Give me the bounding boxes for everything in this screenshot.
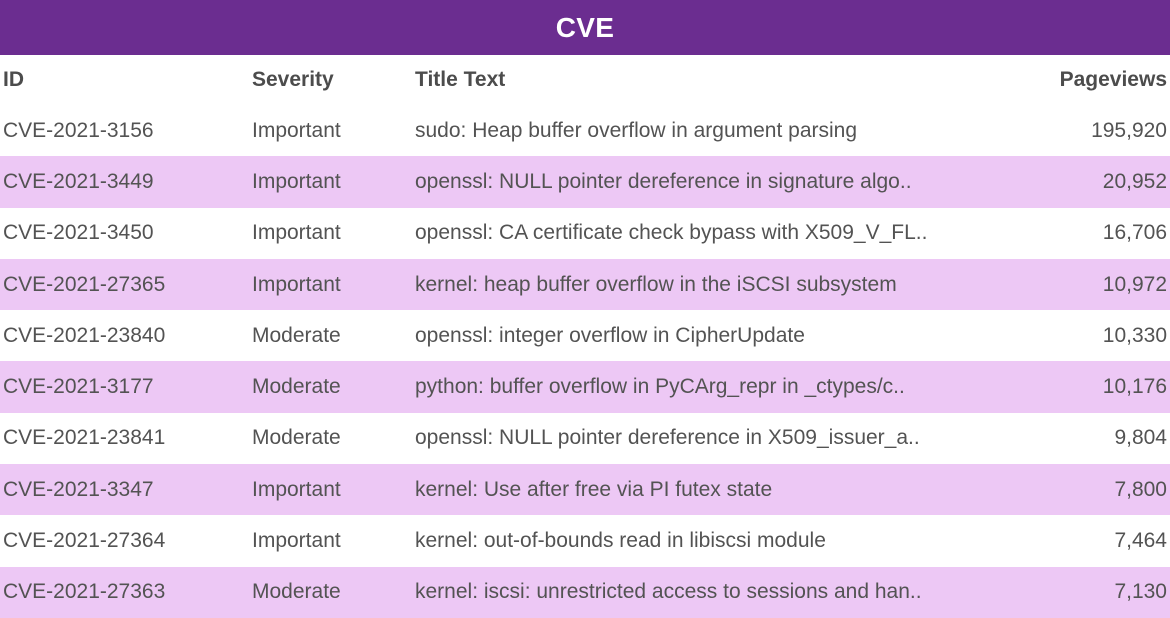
cell-severity: Important bbox=[252, 477, 341, 501]
cell-pageviews: 10,176 bbox=[1102, 375, 1167, 399]
cell-id: CVE-2021-23840 bbox=[3, 323, 166, 347]
column-header-severity[interactable]: Severity bbox=[252, 55, 415, 105]
cell-title-text: kernel: iscsi: unrestricted access to se… bbox=[415, 580, 922, 604]
cell-severity: Important bbox=[252, 529, 341, 553]
cve-table: ID Severity Title Text Pageviews CVE-202… bbox=[0, 55, 1170, 618]
cell-pageviews: 7,464 bbox=[1114, 529, 1167, 553]
table-row[interactable]: CVE-2021-27365 Important kernel: heap buff… bbox=[0, 258, 1170, 311]
cell-title-text: python: buffer overflow in PyCArg_repr i… bbox=[415, 375, 905, 399]
table-row[interactable]: CVE-2021-3450 Important openssl: CA certif… bbox=[0, 207, 1170, 259]
table-row[interactable]: CVE-2021-3347 Important kernel: Use after … bbox=[0, 464, 1170, 516]
cell-pageviews: 20,952 bbox=[1102, 169, 1167, 193]
cell-severity: Moderate bbox=[252, 580, 341, 604]
cell-title-text: openssl: NULL pointer dereference in sig… bbox=[415, 169, 912, 193]
table-row[interactable]: CVE-2021-27364 Important kernel: out-of-bo… bbox=[0, 515, 1170, 567]
cell-pageviews: 195,920 bbox=[1091, 118, 1167, 142]
cell-severity: Moderate bbox=[252, 375, 341, 399]
cell-title-text: openssl: CA certificate check bypass wit… bbox=[415, 221, 928, 245]
table-header-row: ID Severity Title Text Pageviews bbox=[0, 55, 1170, 105]
widget-title-bar: CVE bbox=[0, 0, 1170, 55]
table-row[interactable]: CVE-2021-3449 Important openssl: NULL poin… bbox=[0, 156, 1170, 208]
cell-id: CVE-2021-3450 bbox=[3, 221, 154, 245]
table-body: CVE-2021-3156 Important sudo: Heap buffer … bbox=[0, 105, 1170, 618]
cell-pageviews: 7,130 bbox=[1114, 580, 1167, 604]
cell-pageviews: 10,330 bbox=[1102, 323, 1167, 347]
table-header: ID Severity Title Text Pageviews bbox=[0, 55, 1170, 105]
cell-title-text: openssl: integer overflow in CipherUpdat… bbox=[415, 323, 805, 347]
cell-pageviews: 10,972 bbox=[1102, 272, 1167, 296]
cell-pageviews: 7,800 bbox=[1114, 477, 1167, 501]
cell-severity: Moderate bbox=[252, 426, 341, 450]
cell-id: CVE-2021-3156 bbox=[3, 118, 154, 142]
cell-id: CVE-2021-27364 bbox=[3, 529, 166, 553]
table-row[interactable]: CVE-2021-23841 Moderate openssl: NULL poin… bbox=[0, 412, 1170, 465]
table-row[interactable]: CVE-2021-3156 Important sudo: Heap buffer … bbox=[0, 105, 1170, 157]
cell-severity: Important bbox=[252, 118, 341, 142]
cell-severity: Important bbox=[252, 272, 341, 296]
cell-id: CVE-2021-3449 bbox=[3, 169, 154, 193]
cell-id: CVE-2021-23841 bbox=[3, 426, 166, 450]
column-header-title-text[interactable]: Title Text bbox=[415, 55, 1035, 105]
cell-id: CVE-2021-3347 bbox=[3, 477, 154, 501]
column-header-pageviews[interactable]: Pageviews bbox=[1035, 55, 1170, 105]
column-header-id[interactable]: ID bbox=[0, 55, 252, 105]
cell-title-text: sudo: Heap buffer overflow in argument p… bbox=[415, 118, 858, 142]
cell-id: CVE-2021-27363 bbox=[3, 580, 166, 604]
table-row[interactable]: CVE-2021-3177 Moderate python: buffer over… bbox=[0, 361, 1170, 413]
cell-title-text: kernel: Use after free via PI futex stat… bbox=[415, 477, 773, 501]
cell-pageviews: 9,804 bbox=[1114, 426, 1167, 450]
cell-id: CVE-2021-27365 bbox=[3, 272, 166, 296]
cell-title-text: openssl: NULL pointer dereference in X50… bbox=[415, 426, 920, 450]
page-title: CVE bbox=[555, 11, 615, 43]
cell-severity: Moderate bbox=[252, 323, 341, 347]
cell-id: CVE-2021-3177 bbox=[3, 375, 154, 399]
cve-table-widget: CVE ID Severity Title Text Pageviews CVE… bbox=[0, 0, 1170, 618]
cell-pageviews: 16,706 bbox=[1102, 221, 1167, 245]
table-row[interactable]: CVE-2021-27363 Moderate kernel: iscsi: unr… bbox=[0, 566, 1170, 618]
table-row[interactable]: CVE-2021-23840 Moderate openssl: integer o… bbox=[0, 310, 1170, 362]
cell-severity: Important bbox=[252, 221, 341, 245]
cell-title-text: kernel: out-of-bounds read in libiscsi m… bbox=[415, 529, 826, 553]
cell-title-text: kernel: heap buffer overflow in the iSCS… bbox=[415, 272, 897, 296]
cell-severity: Important bbox=[252, 169, 341, 193]
